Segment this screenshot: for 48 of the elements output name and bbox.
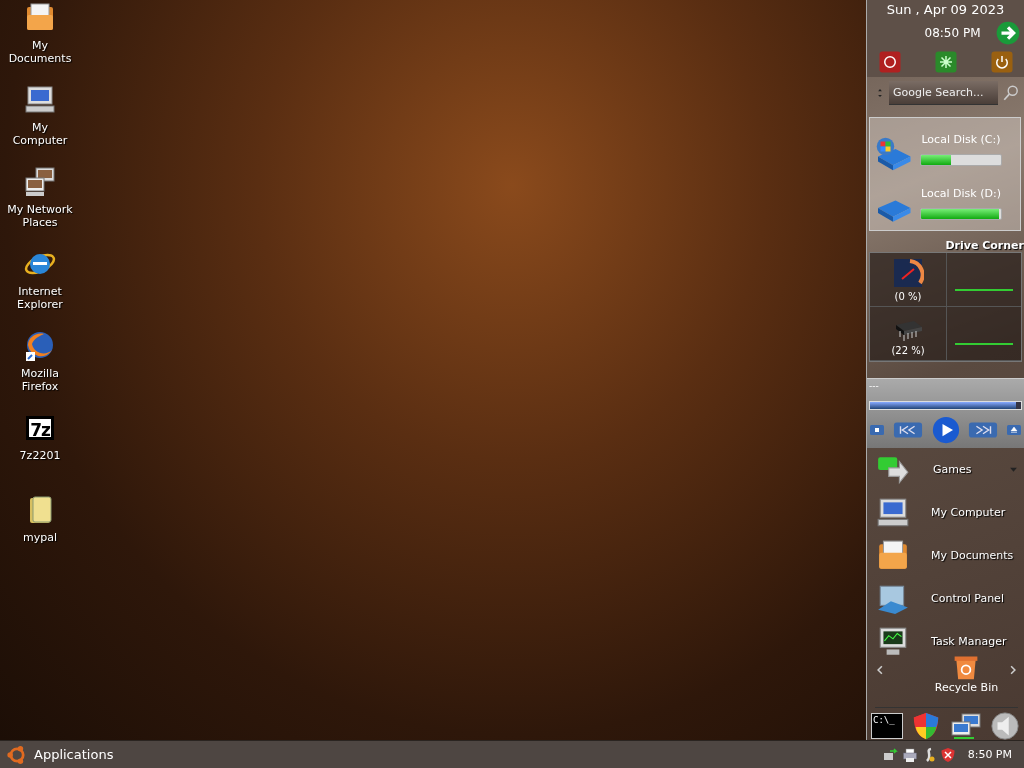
launcher-item[interactable]: Task Manager [931, 635, 1007, 648]
icon-label[interactable]: 7z2201 [5, 449, 75, 462]
play-icon[interactable] [931, 416, 960, 444]
icon-label[interactable]: Internet Explorer [5, 285, 75, 311]
track-title: --- [869, 381, 880, 393]
network-computers-icon[interactable] [949, 710, 982, 742]
recycle-bin-label[interactable]: Recycle Bin [934, 681, 999, 694]
power-icon[interactable] [989, 50, 1014, 74]
launcher-item[interactable]: Games [933, 463, 987, 476]
printer-icon[interactable] [901, 746, 918, 763]
panel-title: Drive Corner [944, 239, 1024, 252]
terminal-icon[interactable]: C:\_ [871, 713, 903, 739]
launcher-item[interactable]: My Computer [931, 506, 1006, 519]
stop-icon[interactable] [869, 422, 885, 438]
icon-label[interactable]: Mozilla Firefox [5, 367, 75, 393]
seek-bar[interactable] [869, 401, 1022, 410]
eject-icon[interactable] [1006, 422, 1022, 438]
icon-label[interactable]: mypal [5, 531, 75, 544]
search-icon[interactable] [1002, 84, 1020, 102]
arrow-right-icon[interactable] [994, 20, 1021, 46]
computer-icon[interactable] [24, 84, 56, 116]
speaker-icon[interactable] [990, 711, 1020, 741]
clock-text: 8:50 PM [967, 748, 1012, 761]
archive-icon[interactable]: 7z [26, 416, 54, 440]
date-text: Sun , Apr 09 2023 [886, 2, 1005, 19]
usage-graph-line [955, 289, 1013, 291]
fox-globe-icon[interactable] [24, 330, 56, 362]
drive-label: Local Disk (D:) [921, 187, 1001, 200]
cpu-gauge-icon [892, 257, 924, 289]
sparkle-icon[interactable] [933, 50, 958, 74]
network-computers-icon[interactable] [24, 166, 56, 198]
shield-x-icon[interactable] [939, 746, 956, 763]
launcher-item[interactable]: My Documents [931, 549, 1014, 562]
stop-icon[interactable] [877, 50, 902, 74]
search-field[interactable]: Google Search... [889, 81, 998, 105]
network-icon[interactable] [882, 746, 899, 763]
usage-reading: (0 %) [894, 291, 922, 302]
chevron-right-icon[interactable] [1008, 663, 1018, 677]
icon-label[interactable]: My Computer [5, 121, 75, 147]
launcher-item[interactable]: Control Panel [931, 592, 1004, 605]
chevron-left-icon[interactable] [875, 663, 885, 677]
usage-graph-line [955, 343, 1013, 345]
usage-reading: (22 %) [891, 345, 925, 356]
applications-menu[interactable]: Applications [6, 743, 114, 766]
drive-label: Local Disk (C:) [921, 133, 1001, 146]
icon-label[interactable]: My Documents [5, 39, 75, 65]
time-text: 08:50 PM [924, 26, 981, 40]
icon-label[interactable]: My Network Places [5, 203, 75, 229]
